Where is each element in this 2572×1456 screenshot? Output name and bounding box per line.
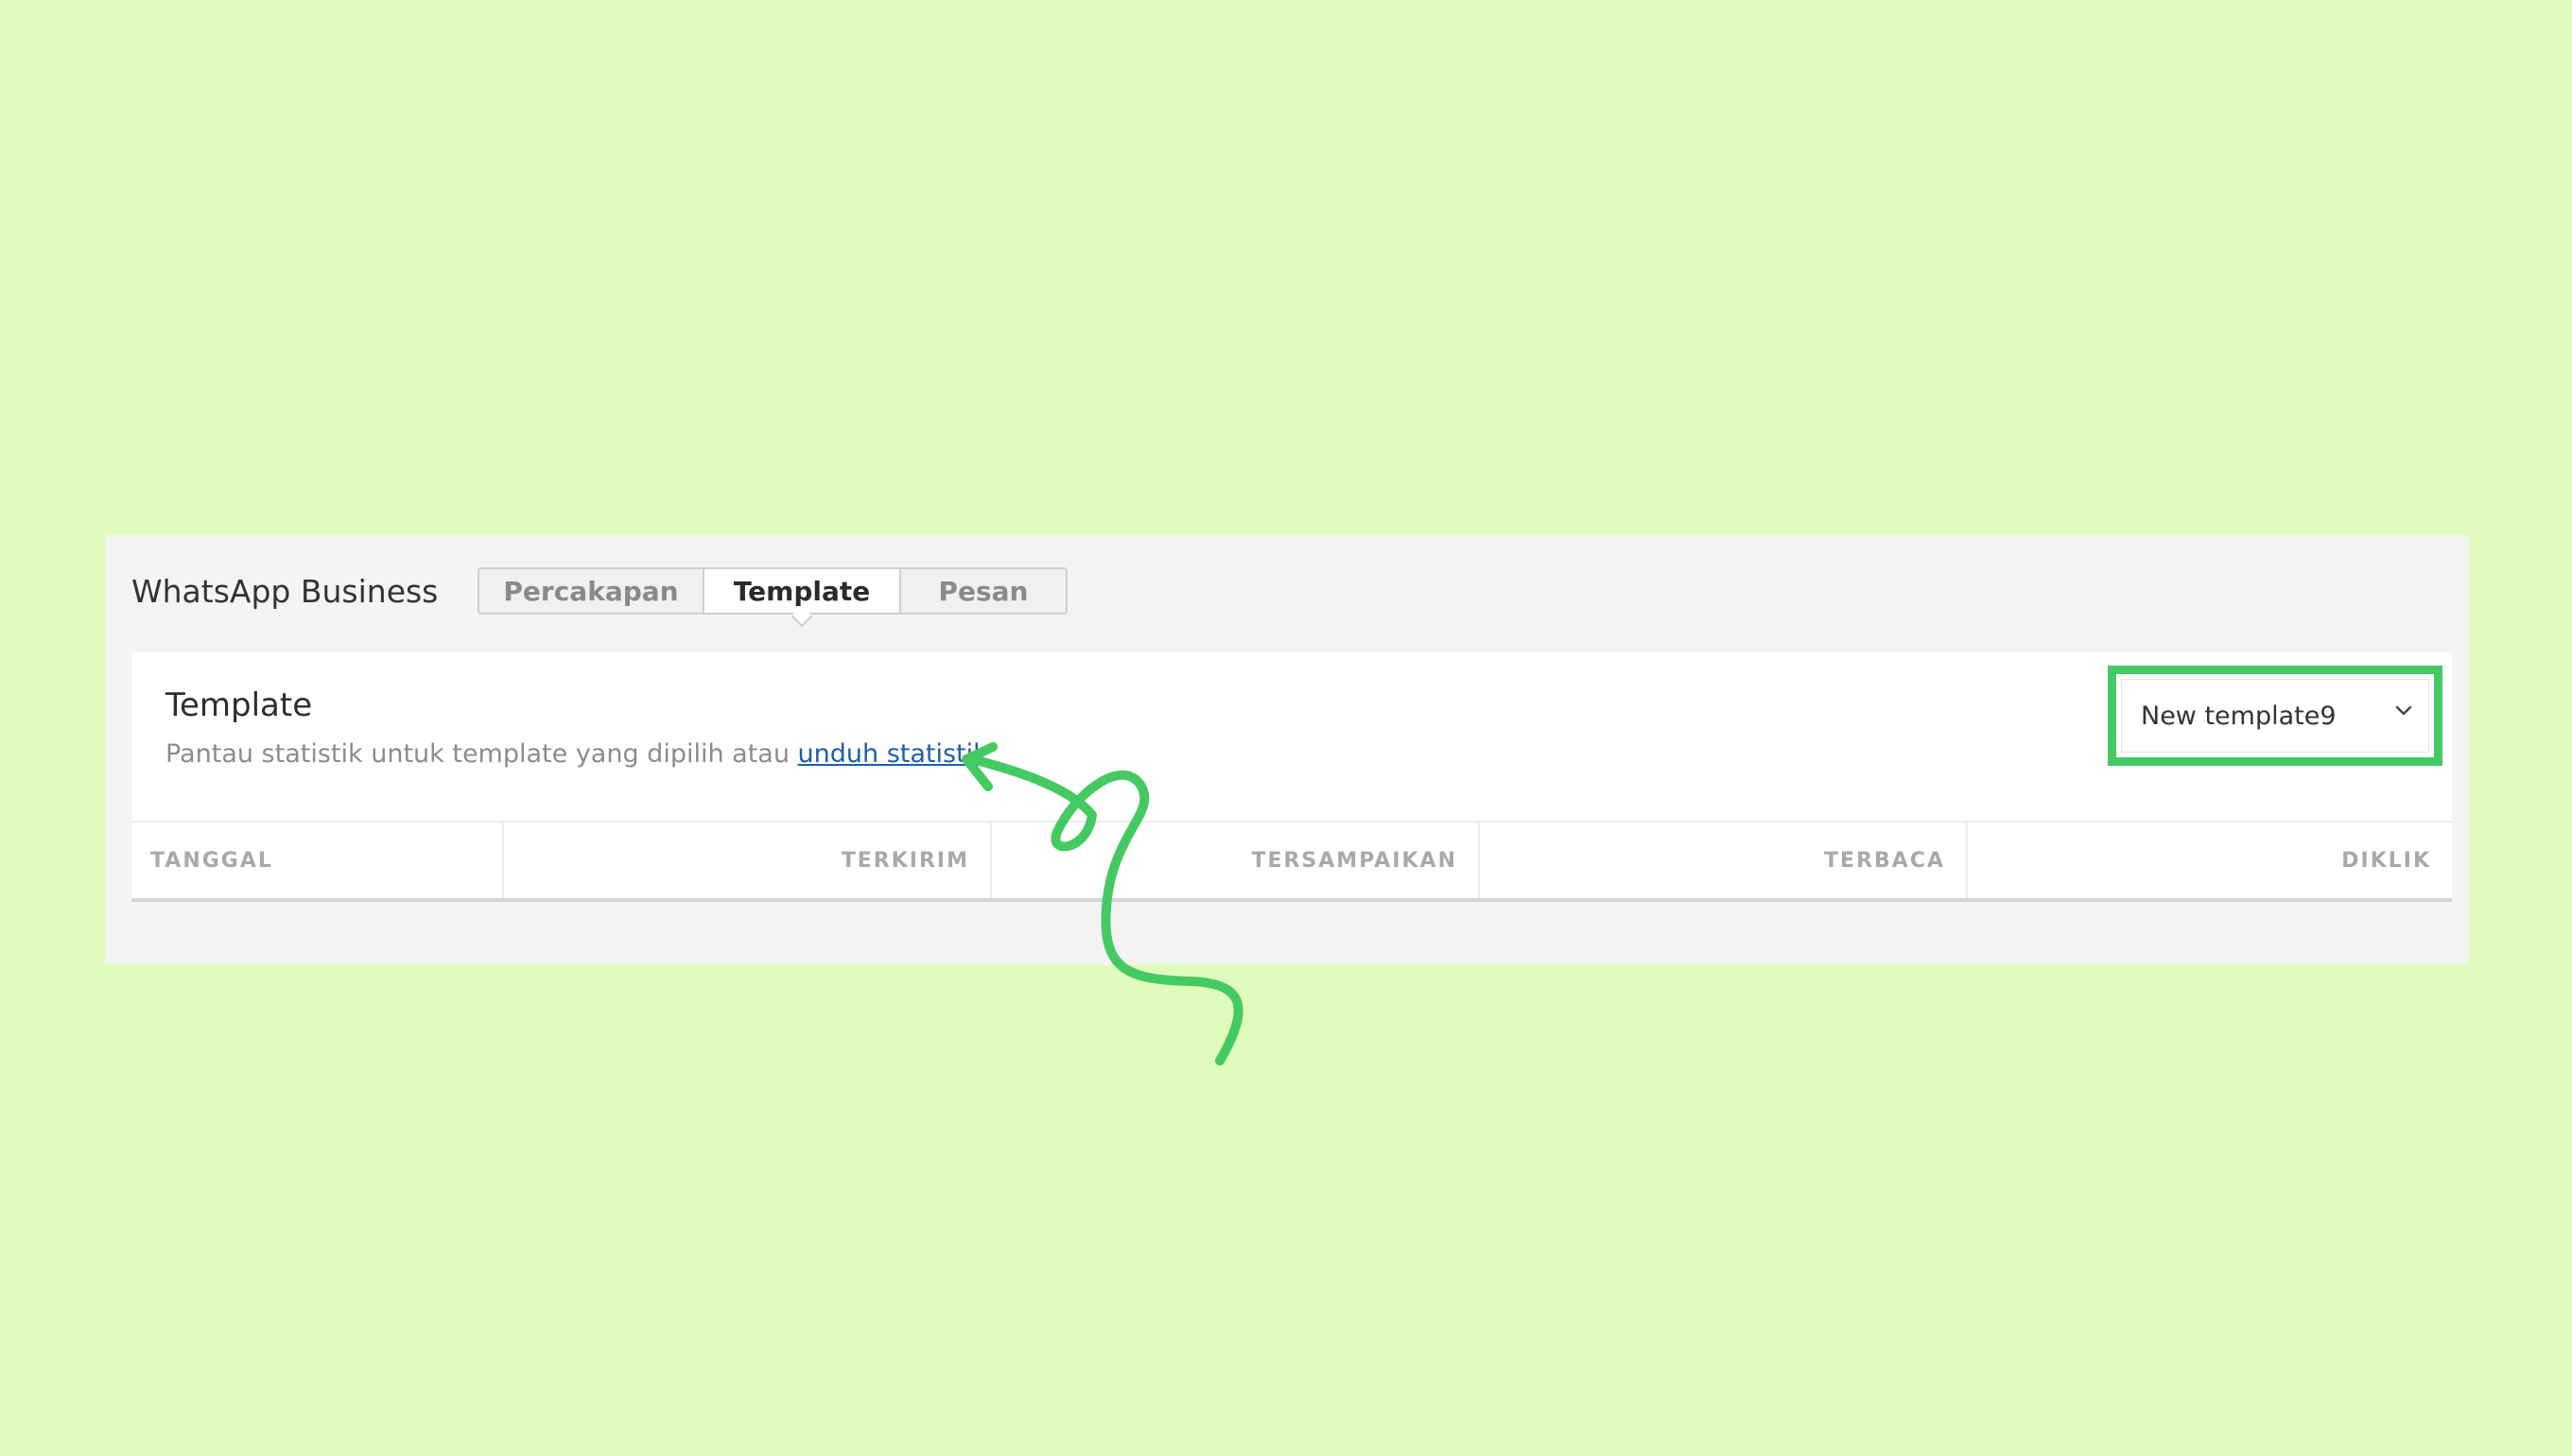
- tab-template-label: Template: [733, 575, 871, 607]
- column-header-tersampaikan[interactable]: TERSAMPAIKAN: [990, 823, 1478, 898]
- tab-template[interactable]: Template: [703, 569, 899, 628]
- card-description-text: Pantau statistik untuk template yang dip…: [165, 739, 798, 769]
- app-title: WhatsApp Business: [131, 573, 439, 610]
- card-description: Pantau statistik untuk template yang dip…: [165, 739, 988, 769]
- download-stats-link[interactable]: unduh statistik: [798, 739, 988, 769]
- card-title: Template: [165, 686, 313, 724]
- tab-bar: Percakapan Template Pesan: [478, 567, 1068, 628]
- stats-table-header: TANGGAL TERKIRIM TERSAMPAIKAN TERBACA DI…: [131, 821, 2452, 902]
- panel-header: WhatsApp Business: [131, 567, 438, 616]
- column-header-diklik[interactable]: DIKLIK: [1966, 823, 2452, 898]
- tab-pesan[interactable]: Pesan: [899, 569, 1066, 613]
- whatsapp-business-panel: WhatsApp Business Percakapan Template Pe…: [105, 535, 2469, 964]
- tab-percakapan[interactable]: Percakapan: [479, 569, 703, 613]
- column-header-tanggal[interactable]: TANGGAL: [131, 823, 502, 898]
- chevron-down-icon: [2395, 705, 2412, 716]
- template-select-value: New template9: [2141, 701, 2337, 731]
- column-header-terkirim[interactable]: TERKIRIM: [502, 823, 990, 898]
- active-tab-caret: [791, 605, 813, 628]
- template-select[interactable]: New template9: [2121, 679, 2429, 753]
- column-header-terbaca[interactable]: TERBACA: [1478, 823, 1966, 898]
- template-stats-card: Template Pantau statistik untuk template…: [131, 652, 2452, 902]
